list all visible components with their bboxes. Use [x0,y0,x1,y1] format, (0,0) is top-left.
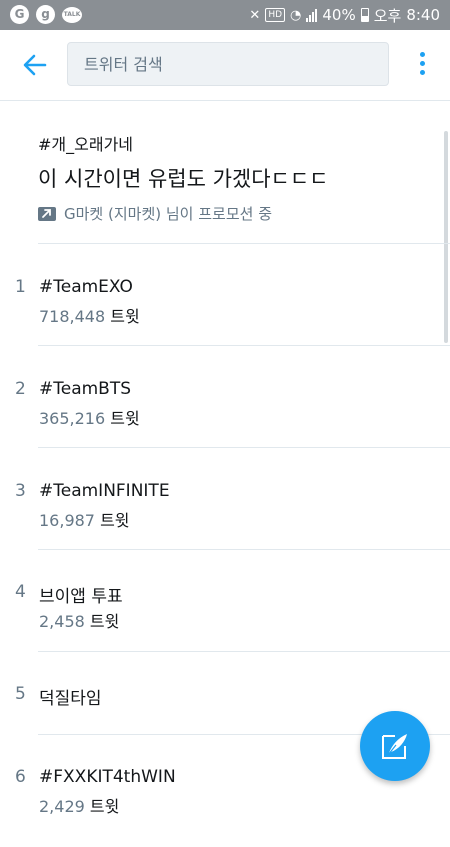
trend-name: #TeamEXO [39,277,133,297]
trend-name: #FXXKIT4thWIN [39,767,176,787]
battery-percent: 40% [322,6,356,24]
trend-rank: 6 [15,767,26,787]
back-button[interactable] [20,50,50,80]
overflow-menu-button[interactable] [414,52,430,80]
trend-rank: 3 [15,481,26,501]
notification-icons: G g TALK [10,5,82,24]
search-input[interactable] [68,43,388,85]
trend-tweet-count: 365,216 트윗 [39,409,140,428]
promoted-trend[interactable]: #개_오래가네 이 시간이면 유럽도 가겠다ㄷㄷㄷ G마켓 (지마켓) 님이 프… [38,131,438,224]
arrow-left-icon [23,54,47,76]
divider [38,243,450,244]
divider [38,447,450,448]
promoted-by-label: G마켓 (지마켓) 님이 프로모션 중 [64,205,273,223]
clock-time: 8:40 [406,6,440,24]
search-box[interactable] [67,42,389,86]
battery-icon [360,8,369,22]
promoted-arrow-icon [38,206,56,221]
hd-voice-icon: HD [265,8,286,22]
trend-name: 브이앱 투표 [39,587,123,607]
carrier-g-icon: G [10,5,29,24]
trend-item[interactable]: 4 브이앱 투표 2,458 트윗 [0,582,440,662]
trend-rank: 2 [15,379,26,399]
trend-item[interactable]: 6 #FXXKIT4thWIN 2,429 트윗 [0,767,440,847]
divider [38,345,450,346]
status-bar: G g TALK ✕ HD ◔ 40% 오후 8:40 [0,0,450,30]
dot-icon [419,52,425,57]
trend-name: #TeamINFINITE [39,481,170,501]
trend-name: #TeamBTS [39,379,132,399]
trend-tweet-count: 2,429 트윗 [39,797,120,816]
promoted-hashtag: #개_오래가네 [38,135,134,154]
trend-tweet-count: 16,987 트윗 [39,511,130,530]
scrollbar[interactable] [444,131,448,343]
compose-feather-icon [382,734,407,759]
compose-tweet-button[interactable] [360,711,430,781]
trends-list[interactable]: #개_오래가네 이 시간이면 유럽도 가겠다ㄷㄷㄷ G마켓 (지마켓) 님이 프… [0,101,450,816]
trend-tweet-count: 2,458 트윗 [39,612,120,631]
g-app-icon: g [36,5,55,24]
divider [38,549,450,550]
signal-icon [306,8,318,22]
dot-icon [419,61,425,66]
wifi-icon: ◔ [290,7,302,23]
divider [38,651,450,652]
trend-tweet-count: 718,448 트윗 [39,307,140,326]
dot-icon [419,70,425,75]
system-indicators: ✕ HD ◔ 40% 오후 8:40 [249,0,440,30]
trend-name: 덕질타임 [39,689,102,709]
app-bar [0,30,450,101]
clock-ampm: 오후 [373,6,402,25]
kakaotalk-icon: TALK [62,7,82,23]
trend-rank: 4 [15,582,26,602]
promoted-description: 이 시간이면 유럽도 가겠다ㄷㄷㄷ [38,167,329,191]
promoted-by: G마켓 (지마켓) 님이 프로모션 중 [38,203,438,224]
mute-icon: ✕ [249,7,261,23]
trend-rank: 5 [15,684,26,704]
trend-rank: 1 [15,277,26,297]
